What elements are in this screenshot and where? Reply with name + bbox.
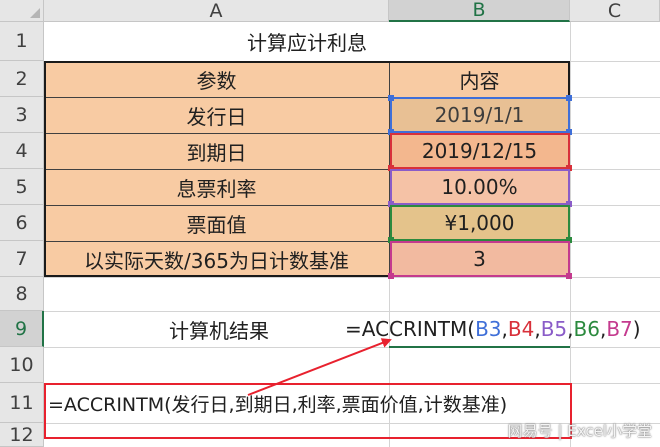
annotation-arrow-icon [247,338,392,396]
watermark: 网易号 | Excel小学堂 [507,422,652,440]
